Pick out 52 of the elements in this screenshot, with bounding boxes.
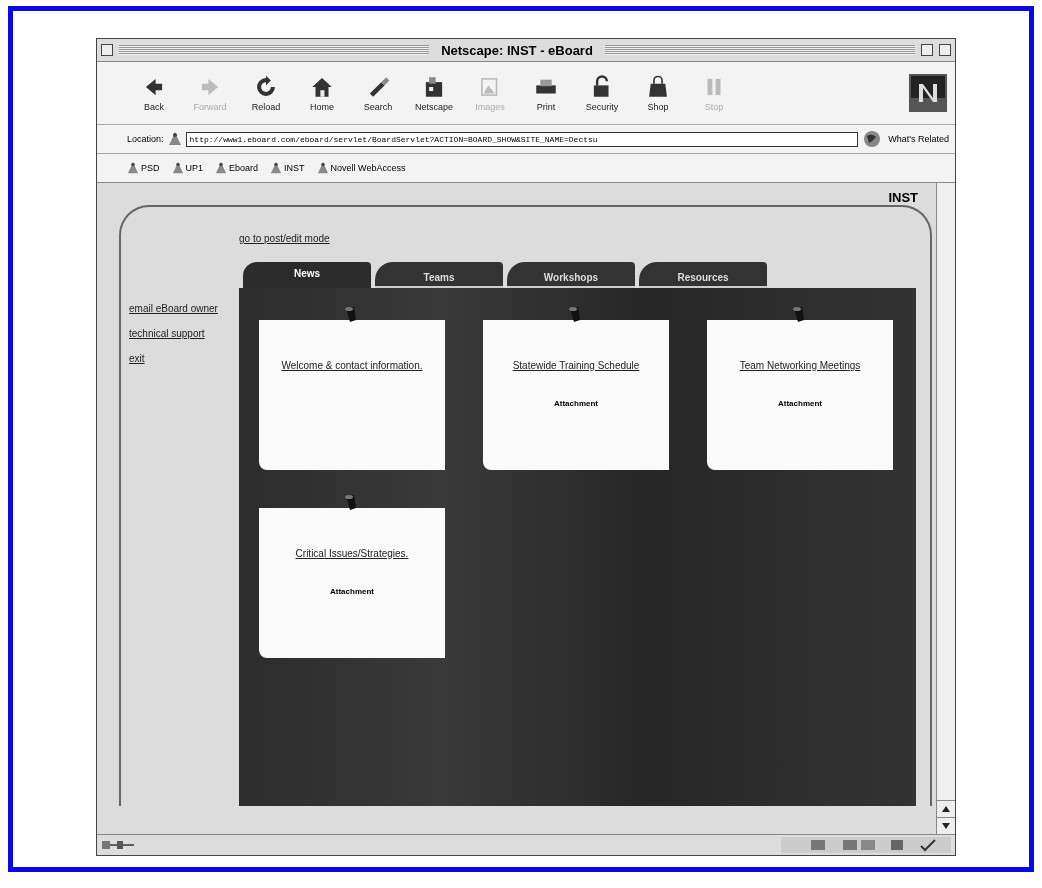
toolbar-button[interactable]: Print <box>519 74 573 112</box>
bookmark-icon <box>215 161 228 175</box>
site-name: INST <box>888 190 918 205</box>
close-box[interactable] <box>101 44 113 56</box>
location-label: Location: <box>127 134 164 144</box>
attachment-label: Attachment <box>778 399 822 408</box>
bookmark-icon <box>316 161 329 175</box>
zoom-box[interactable] <box>921 44 933 56</box>
board-tab[interactable]: News <box>243 262 371 288</box>
bookmark-button[interactable]: Novell WebAccess <box>316 161 406 175</box>
up-arrow-icon <box>942 806 950 812</box>
sidebar-link[interactable]: technical support <box>129 328 219 339</box>
note-title-link[interactable]: Critical Issues/Strategies. <box>289 548 415 559</box>
edit-mode-link[interactable]: go to post/edit mode <box>239 233 330 244</box>
down-arrow-icon <box>942 823 950 829</box>
bookmark-button[interactable]: INST <box>270 161 305 175</box>
bookmark-button[interactable]: Eboard <box>215 161 259 175</box>
bookmark-icon[interactable] <box>167 131 182 147</box>
toolbar-button[interactable]: Back <box>127 74 181 112</box>
toolbar-button[interactable]: Netscape <box>407 74 461 112</box>
scrollbar[interactable] <box>936 183 955 834</box>
whats-related-button[interactable]: What's Related <box>888 134 949 144</box>
bookmark-icon <box>270 161 283 175</box>
note-title-link[interactable]: Team Networking Meetings <box>733 360 867 371</box>
toolbar-button[interactable]: Shop <box>631 74 685 112</box>
toolbar-button[interactable]: Reload <box>239 74 293 112</box>
attachment-label: Attachment <box>330 587 374 596</box>
note-card[interactable]: Critical Issues/Strategies. Attachment <box>259 508 445 658</box>
sidebar-link[interactable]: email eBoard owner <box>129 303 219 314</box>
note-title-link[interactable]: Statewide Training Schedule <box>506 360 646 371</box>
toolbar-button[interactable]: Security <box>575 74 629 112</box>
note-title-link[interactable]: Welcome & contact information. <box>275 360 429 371</box>
sidebar-link[interactable]: exit <box>129 353 219 364</box>
bookmark-button[interactable]: UP1 <box>171 161 204 175</box>
toolbar-button[interactable]: Search <box>351 74 405 112</box>
board-tab[interactable]: Teams <box>375 262 503 288</box>
window-title: Netscape: INST - eBoard <box>440 42 594 58</box>
collapse-box[interactable] <box>939 44 951 56</box>
note-card[interactable]: Welcome & contact information. <box>259 320 445 470</box>
netscape-logo[interactable] <box>909 74 947 112</box>
url-field[interactable]: http://www1.eboard.com/eboard/servlet/BoardServlet?ACTION=BOARD_SHOW&SITE_NAME=Dectsu <box>185 131 859 147</box>
note-card[interactable]: Statewide Training Schedule Attachment <box>483 320 669 470</box>
board-tab[interactable]: Resources <box>639 262 767 288</box>
attachment-label: Attachment <box>554 399 598 408</box>
plug-icon <box>101 839 135 851</box>
bookmark-button[interactable]: PSD <box>127 161 160 175</box>
bookmark-icon <box>127 161 139 175</box>
bookmark-icon <box>171 161 184 175</box>
note-card[interactable]: Team Networking Meetings Attachment <box>707 320 893 470</box>
toolbar-button[interactable]: Home <box>295 74 349 112</box>
board-tab[interactable]: Workshops <box>507 262 635 288</box>
component-bar-drawing[interactable] <box>781 837 951 853</box>
